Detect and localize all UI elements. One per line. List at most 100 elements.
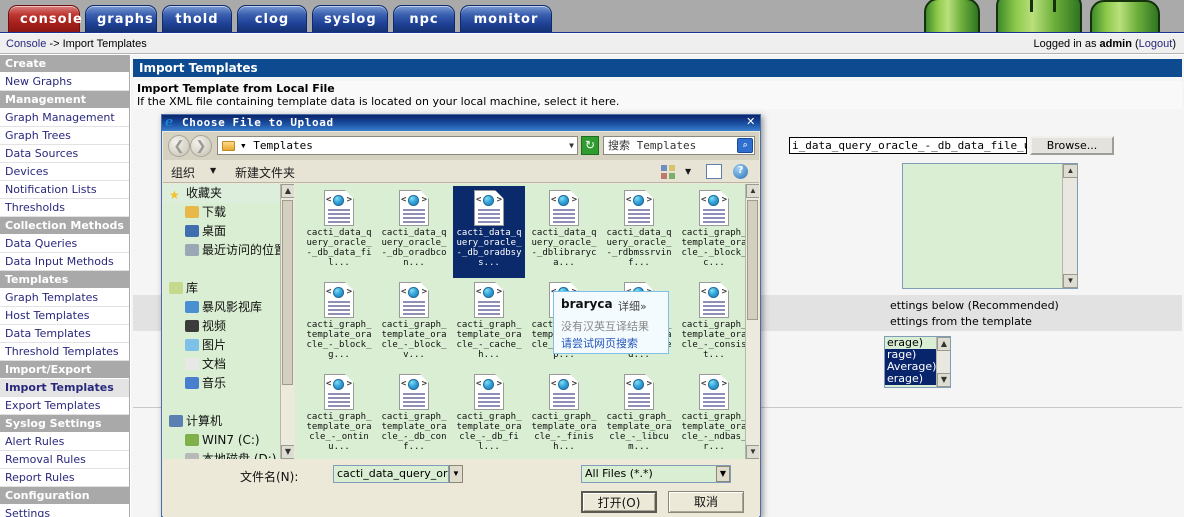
file-item[interactable]: < > cacti_graph_template_oracle_-_consist.… bbox=[678, 278, 750, 370]
xml-scroll-up-button[interactable]: ▲ bbox=[1063, 164, 1078, 178]
tab-graphs[interactable]: graphs bbox=[85, 5, 157, 32]
logout-link[interactable]: Logout bbox=[1139, 38, 1173, 50]
sidebar-item-removal-rules[interactable]: Removal Rules bbox=[0, 451, 129, 469]
tree-scroll-up-button[interactable]: ▲ bbox=[281, 184, 294, 198]
tree-node-system-drive[interactable]: WIN7 (C:) bbox=[163, 431, 294, 450]
file-item[interactable]: < > cacti_graph_template_oracle_-_ndbas_r.… bbox=[678, 370, 750, 459]
file-item[interactable]: < > cacti_graph_template_oracle_-_cache_h.… bbox=[453, 278, 525, 370]
tab-clog[interactable]: clog bbox=[237, 5, 307, 32]
file-item[interactable]: < > cacti_graph_template_oracle_-_db_conf.… bbox=[378, 370, 450, 459]
file-item[interactable]: < > cacti_data_query_oracle_-_rdbmssrvinf.… bbox=[603, 186, 675, 278]
tree-node-desktop[interactable]: 桌面 bbox=[163, 222, 294, 241]
preview-pane-icon[interactable] bbox=[706, 164, 722, 179]
open-button[interactable]: 打开(O) bbox=[581, 491, 657, 513]
organize-chevron-down-icon[interactable]: ▼ bbox=[210, 166, 216, 175]
breadcrumb-console-link[interactable]: Console bbox=[6, 38, 46, 50]
new-folder-button[interactable]: 新建文件夹 bbox=[235, 164, 295, 181]
file-item[interactable]: < > cacti_graph_template_oracle_-_libcum..… bbox=[603, 370, 675, 459]
sidebar-item-new-graphs[interactable]: New Graphs bbox=[0, 73, 129, 91]
close-icon[interactable]: ✕ bbox=[744, 116, 758, 129]
file-item[interactable]: < > cacti_graph_template_oracle_-_block_v.… bbox=[378, 278, 450, 370]
tree-node-documents[interactable]: 文档 bbox=[163, 355, 294, 374]
sidebar-item-devices[interactable]: Devices bbox=[0, 163, 129, 181]
view-chevron-down-icon[interactable]: ▼ bbox=[685, 167, 691, 176]
sidebar-item-report-rules[interactable]: Report Rules bbox=[0, 469, 129, 487]
tree-node-music[interactable]: 音乐 bbox=[163, 374, 294, 393]
file-item[interactable]: < > cacti_graph_template_oracle_-_finish..… bbox=[528, 370, 600, 459]
tree-node-computer[interactable]: 计算机 bbox=[163, 412, 294, 431]
tree-scroll-thumb[interactable] bbox=[282, 200, 293, 385]
tab-console[interactable]: console bbox=[8, 5, 82, 32]
sidebar-item-notification-lists[interactable]: Notification Lists bbox=[0, 181, 129, 199]
rra-select-listbox[interactable]: erage) rage) Average) erage) ▲ ▼ bbox=[884, 336, 951, 388]
file-item[interactable]: < > cacti_data_query_oracle_-_db_oradbsys.… bbox=[453, 186, 525, 278]
sidebar-item-graph-templates[interactable]: Graph Templates bbox=[0, 289, 129, 307]
search-icon[interactable]: ⌕ bbox=[737, 138, 753, 153]
tree-node-download-folder[interactable]: 下载 bbox=[163, 203, 294, 222]
file-list-scroll-up-button[interactable]: ▲ bbox=[746, 184, 759, 198]
file-list-grid[interactable]: < > cacti_data_query_oracle_-_db_data_fil.… bbox=[295, 184, 759, 459]
tree-node-star[interactable]: ★ 收藏夹 bbox=[163, 184, 294, 203]
sidebar-item-data-sources[interactable]: Data Sources bbox=[0, 145, 129, 163]
rra-scroll-up-button[interactable]: ▲ bbox=[937, 337, 950, 351]
file-list-scrollbar[interactable]: ▲ ▼ bbox=[745, 184, 759, 459]
file-item[interactable]: < > cacti_data_query_oracle_-_db_oradbcon.… bbox=[378, 186, 450, 278]
help-icon[interactable]: ? bbox=[733, 164, 748, 179]
file-item[interactable]: < > cacti_data_query_oracle_-_db_data_fil.… bbox=[303, 186, 375, 278]
xml-textarea-scrollbar[interactable]: ▲ ▼ bbox=[1062, 164, 1078, 288]
tree-node-recent-places[interactable]: 最近访问的位置 bbox=[163, 241, 294, 260]
view-mode-icon[interactable] bbox=[661, 165, 676, 179]
sidebar-item-import-templates[interactable]: Import Templates bbox=[0, 379, 129, 397]
sidebar-item-data-queries[interactable]: Data Queries bbox=[0, 235, 129, 253]
xml-scroll-down-button[interactable]: ▼ bbox=[1063, 274, 1078, 288]
browse-button[interactable]: Browse... bbox=[1030, 136, 1114, 155]
file-item[interactable]: < > cacti_graph_template_oracle_-_ontinu..… bbox=[303, 370, 375, 459]
forward-arrow-icon[interactable]: ❯ bbox=[190, 135, 212, 157]
sidebar-item-graph-management[interactable]: Graph Management bbox=[0, 109, 129, 127]
sidebar-item-host-templates[interactable]: Host Templates bbox=[0, 307, 129, 325]
rra-listbox-scrollbar[interactable]: ▲ ▼ bbox=[936, 337, 950, 387]
file-type-select[interactable]: All Files (*.*) ▼ bbox=[581, 465, 731, 483]
cancel-button[interactable]: 取消 bbox=[668, 491, 744, 513]
refresh-icon[interactable]: ↻ bbox=[581, 136, 599, 155]
sidebar-item-graph-trees[interactable]: Graph Trees bbox=[0, 127, 129, 145]
tree-scroll-down-button[interactable]: ▼ bbox=[281, 445, 294, 459]
search-input[interactable]: 搜索 Templates ⌕ bbox=[603, 136, 755, 155]
tree-node-videos[interactable]: 视频 bbox=[163, 317, 294, 336]
file-list-scroll-thumb[interactable] bbox=[747, 200, 758, 320]
tab-thold[interactable]: thold bbox=[162, 5, 232, 32]
filename-chevron-down-icon[interactable]: ▼ bbox=[449, 465, 463, 483]
tab-monitor[interactable]: monitor bbox=[460, 5, 552, 32]
back-arrow-icon[interactable]: ❮ bbox=[168, 135, 190, 157]
address-bar[interactable]: ▾ Templates ▼ bbox=[217, 136, 578, 155]
xml-paste-textarea[interactable]: ▲ ▼ bbox=[902, 163, 1078, 289]
tooltip-web-search-link[interactable]: 请尝试网页搜索 bbox=[561, 335, 638, 351]
file-item[interactable]: < > cacti_data_query_oracle_-_dblibraryca.… bbox=[528, 186, 600, 278]
tooltip-more-link[interactable]: 详细» bbox=[618, 298, 647, 314]
file-item[interactable]: < > cacti_graph_template_oracle_-_block_g.… bbox=[303, 278, 375, 370]
tree-node-local-disk[interactable]: 本地磁盘 (D:) bbox=[163, 450, 294, 459]
file-type-chevron-down-icon[interactable]: ▼ bbox=[716, 466, 730, 482]
sidebar-item-export-templates[interactable]: Export Templates bbox=[0, 397, 129, 415]
sidebar-item-data-templates[interactable]: Data Templates bbox=[0, 325, 129, 343]
chevron-down-icon[interactable]: ▼ bbox=[569, 137, 574, 154]
file-path-input[interactable]: i_data_query_oracle_-_db_data_file_usage… bbox=[789, 137, 1027, 154]
tree-scrollbar[interactable]: ▲ ▼ bbox=[280, 184, 294, 459]
sidebar-item-settings[interactable]: Settings bbox=[0, 505, 129, 517]
rra-scroll-down-button[interactable]: ▼ bbox=[937, 373, 950, 387]
tab-syslog[interactable]: syslog bbox=[312, 5, 388, 32]
tab-npc[interactable]: npc bbox=[393, 5, 455, 32]
sidebar-item-thresholds[interactable]: Thresholds bbox=[0, 199, 129, 217]
sidebar-item-alert-rules[interactable]: Alert Rules bbox=[0, 433, 129, 451]
tree-node-library[interactable]: 库 bbox=[163, 279, 294, 298]
filename-input[interactable]: cacti_data_query_oracle_-_db_oradbsystab… bbox=[333, 465, 449, 483]
file-item[interactable]: < > cacti_graph_template_oracle_-_db_fil..… bbox=[453, 370, 525, 459]
file-list-scroll-down-button[interactable]: ▼ bbox=[746, 445, 759, 459]
tree-node-video-library[interactable]: 暴风影视库 bbox=[163, 298, 294, 317]
dialog-navigation-tree[interactable]: ★ 收藏夹 下载 桌面 最近访问的位置库暴风影视库 视频 图片 文档 音乐 计算机 WIN7 (C:… bbox=[163, 184, 294, 459]
option-use-template-settings[interactable]: ettings from the template bbox=[890, 315, 1032, 328]
file-item[interactable]: < > cacti_graph_template_oracle_-_block_c.… bbox=[678, 186, 750, 278]
sidebar-item-threshold-templates[interactable]: Threshold Templates bbox=[0, 343, 129, 361]
organize-menu-button[interactable]: 组织 bbox=[171, 164, 195, 181]
sidebar-item-data-input-methods[interactable]: Data Input Methods bbox=[0, 253, 129, 271]
